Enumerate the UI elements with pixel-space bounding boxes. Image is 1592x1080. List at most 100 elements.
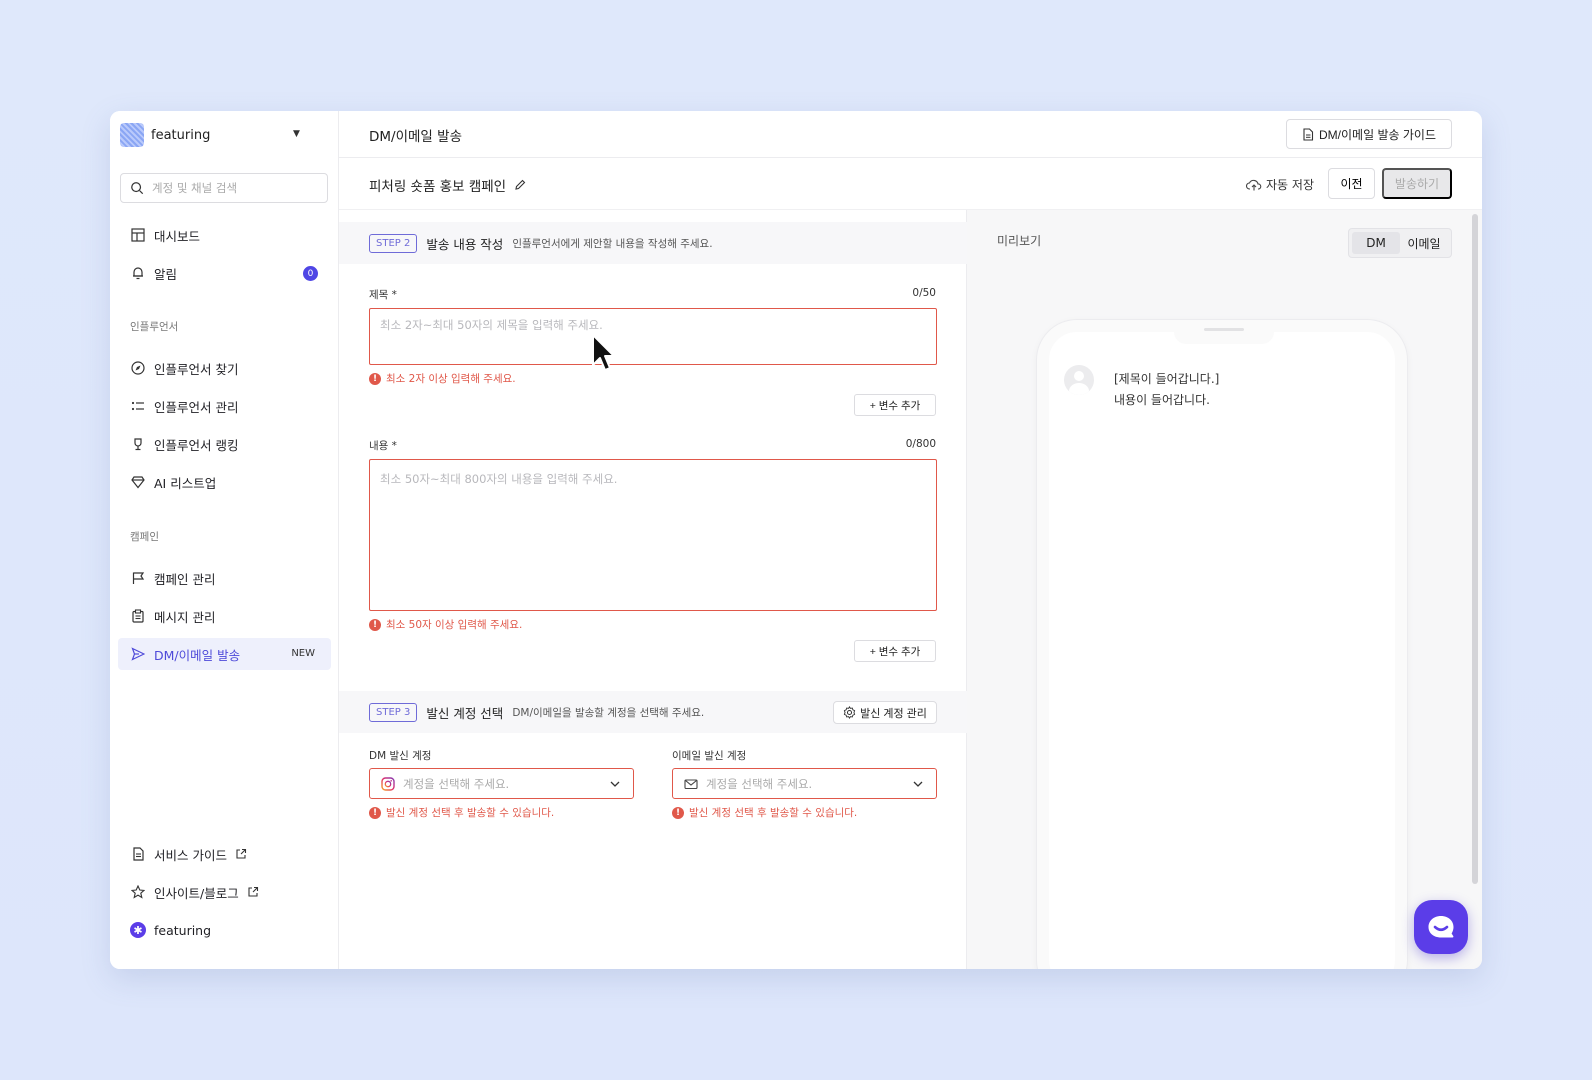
- chat-support-button[interactable]: [1414, 900, 1468, 954]
- add-variable-button-body[interactable]: + 변수 추가: [854, 640, 936, 662]
- body-counter: 0/800: [905, 438, 936, 450]
- sidebar-item-label: 대시보드: [154, 228, 201, 244]
- sidebar-item-dashboard[interactable]: 대시보드: [118, 219, 331, 251]
- sidebar-item-featuring-profile[interactable]: ✱ featuring: [118, 914, 331, 946]
- tab-email[interactable]: 이메일: [1400, 232, 1448, 254]
- phone-mockup: [제목이 들어갑니다.] 내용이 들어갑니다.: [1037, 320, 1407, 969]
- gear-icon: [843, 706, 856, 719]
- subject-error-text: 최소 2자 이상 입력해 주세요.: [386, 373, 516, 385]
- external-link-icon: [248, 886, 258, 897]
- sidebar-item-label: 인플루언서 찾기: [154, 361, 239, 377]
- preview-panel: 미리보기 DM 이메일 [제목이 들어갑니다.] 내용이 들어갑니다.: [967, 210, 1482, 969]
- email-sender-error-text: 발신 계정 선택 후 발송할 수 있습니다.: [689, 807, 858, 819]
- email-sender-label: 이메일 발신 계정: [672, 750, 747, 762]
- dm-sender-error-text: 발신 계정 선택 후 발송할 수 있습니다.: [386, 807, 555, 819]
- step3-tag: STEP 3: [369, 702, 418, 722]
- sidebar-item-manage-influencer[interactable]: 인플루언서 관리: [118, 390, 331, 422]
- workspace-switcher[interactable]: featuring ▼: [120, 123, 300, 147]
- send-button[interactable]: 발송하기: [1382, 168, 1452, 199]
- sidebar-item-label: DM/이메일 발송: [154, 647, 241, 663]
- sidebar-item-label: featuring: [154, 922, 212, 938]
- error-icon: !: [369, 806, 381, 819]
- tab-dm[interactable]: DM: [1352, 232, 1400, 254]
- autosave-status: 자동 저장: [1246, 176, 1314, 193]
- sidebar-item-ai-listup[interactable]: AI 리스트업: [118, 466, 331, 498]
- editor-panel: STEP 2 발송 내용 작성 인플루언서에게 제안할 내용을 작성해 주세요.…: [339, 210, 967, 969]
- new-badge: NEW: [291, 648, 315, 659]
- sender-account-manage-label: 발신 계정 관리: [860, 707, 927, 720]
- compass-icon: [130, 360, 146, 376]
- add-variable-button-subject[interactable]: + 변수 추가: [854, 394, 936, 416]
- body-textarea[interactable]: [369, 459, 937, 611]
- workspace-name: featuring: [151, 127, 211, 143]
- preview-message-title: [제목이 들어갑니다.]: [1114, 372, 1220, 386]
- sidebar-item-label: 알림: [154, 266, 178, 282]
- subject-input[interactable]: [369, 308, 937, 365]
- sidebar-item-label: 메시지 관리: [154, 609, 216, 625]
- clipboard-icon: [130, 608, 146, 624]
- sidebar-item-label: 캠페인 관리: [154, 571, 216, 587]
- campaign-title: 피처링 숏폼 홍보 캠페인: [369, 175, 526, 195]
- dm-sender-error: ! 발신 계정 선택 후 발송할 수 있습니다.: [369, 805, 554, 820]
- sidebar-item-label: AI 리스트업: [154, 475, 217, 491]
- top-bar: DM/이메일 발송 DM/이메일 발송 가이드: [339, 111, 1482, 158]
- flag-icon: [130, 570, 146, 586]
- search-input[interactable]: [152, 181, 322, 195]
- preview-label: 미리보기: [997, 234, 1042, 248]
- mouse-cursor-icon: [592, 334, 615, 371]
- svg-text:✱: ✱: [133, 924, 142, 937]
- sidebar-item-insight-blog[interactable]: 인사이트/블로그: [118, 876, 331, 908]
- alert-count-badge: 0: [303, 266, 318, 281]
- avatar: [1064, 365, 1094, 395]
- error-icon: !: [369, 618, 381, 631]
- preview-tabs: DM 이메일: [1348, 228, 1452, 258]
- body-error: ! 최소 50자 이상 입력해 주세요.: [369, 617, 522, 632]
- app-window: featuring ▼ 대시보드 알림 0 인플루언서 인플루언서 찾기 인플루…: [110, 111, 1482, 969]
- step2-tag: STEP 2: [369, 233, 418, 253]
- email-sender-select[interactable]: 계정을 선택해 주세요.: [672, 768, 937, 799]
- section-label-campaign: 캠페인: [130, 531, 159, 543]
- document-icon: [1303, 127, 1314, 141]
- external-link-icon: [236, 848, 247, 859]
- sidebar-item-service-guide[interactable]: 서비스 가이드: [118, 838, 331, 870]
- autosave-label: 자동 저장: [1266, 178, 1314, 192]
- subject-counter: 0/50: [912, 287, 936, 299]
- sender-account-manage-button[interactable]: 발신 계정 관리: [833, 701, 937, 724]
- sidebar-item-campaign-manage[interactable]: 캠페인 관리: [118, 562, 331, 594]
- body-label: 내용 *: [369, 440, 397, 452]
- preview-scrollbar[interactable]: [1472, 214, 1478, 884]
- sidebar-item-find-influencer[interactable]: 인플루언서 찾기: [118, 352, 331, 384]
- chat-icon: [1428, 916, 1454, 938]
- step3-desc: DM/이메일을 발송할 계정을 선택해 주세요.: [512, 706, 705, 719]
- diamond-icon: [130, 474, 146, 490]
- section-label-influencer: 인플루언서: [130, 321, 179, 333]
- sidebar-item-label: 서비스 가이드: [154, 847, 227, 863]
- sidebar-item-alerts[interactable]: 알림 0: [118, 257, 331, 289]
- star-icon: [130, 884, 146, 900]
- error-icon: !: [369, 372, 381, 385]
- dm-sender-select[interactable]: 계정을 선택해 주세요.: [369, 768, 634, 799]
- send-guide-button[interactable]: DM/이메일 발송 가이드: [1286, 119, 1452, 149]
- phone-notch: [1174, 320, 1274, 344]
- mail-icon: [684, 778, 698, 789]
- preview-message-body: 내용이 들어갑니다.: [1114, 393, 1210, 407]
- step2-header: STEP 2 발송 내용 작성 인플루언서에게 제안할 내용을 작성해 주세요.: [339, 222, 967, 264]
- search-icon: [131, 182, 144, 195]
- document-icon: [130, 846, 146, 862]
- sidebar-item-label: 인플루언서 관리: [154, 399, 239, 415]
- sidebar-item-label: 인사이트/블로그: [154, 885, 239, 901]
- sidebar: featuring ▼ 대시보드 알림 0 인플루언서 인플루언서 찾기 인플루…: [110, 111, 339, 969]
- previous-button[interactable]: 이전: [1328, 168, 1375, 199]
- subject-error: ! 최소 2자 이상 입력해 주세요.: [369, 371, 516, 386]
- sidebar-item-label: 인플루언서 랭킹: [154, 437, 239, 453]
- sidebar-item-dm-email[interactable]: DM/이메일 발송 NEW: [118, 638, 331, 670]
- pencil-icon[interactable]: [514, 179, 526, 191]
- sidebar-item-message-manage[interactable]: 메시지 관리: [118, 600, 331, 632]
- search-box: [120, 173, 328, 203]
- error-icon: !: [672, 806, 684, 819]
- instagram-icon: [381, 776, 395, 791]
- step2-desc: 인플루언서에게 제안할 내용을 작성해 주세요.: [512, 237, 713, 250]
- bell-icon: [130, 265, 146, 281]
- dm-sender-label: DM 발신 계정: [369, 750, 432, 762]
- sidebar-item-ranking[interactable]: 인플루언서 랭킹: [118, 428, 331, 460]
